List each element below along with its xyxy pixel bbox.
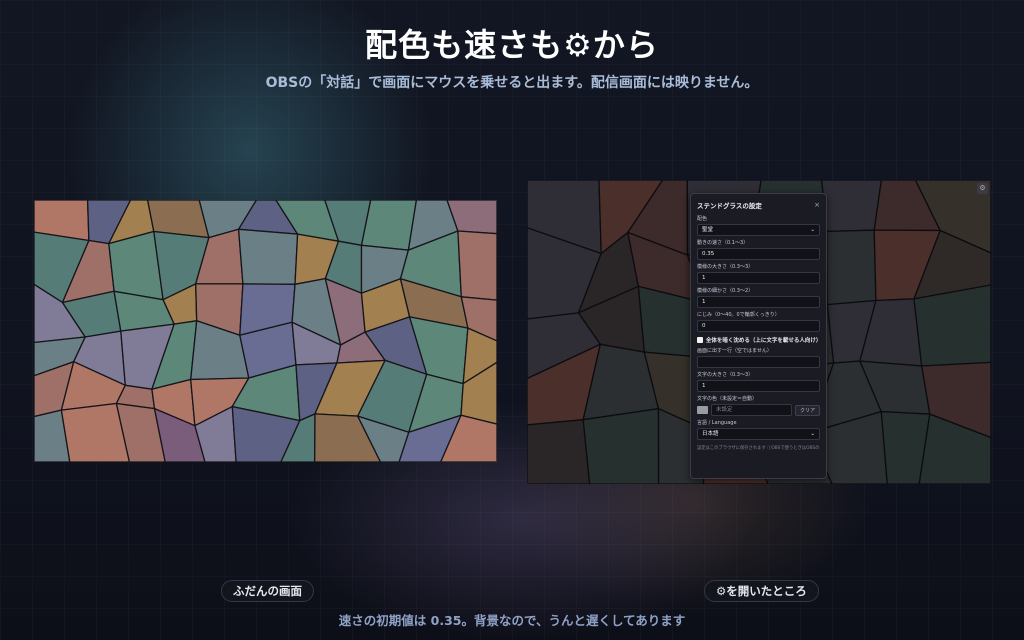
speed-footnote: 速さの初期値は 0.35。背景なので、うんと遅くしてあります (338, 613, 686, 628)
blur-input[interactable]: 0 (697, 320, 820, 332)
close-icon[interactable]: × (814, 201, 820, 209)
dim-checkbox-row[interactable]: 全体を暗く沈める（上に文字を載せる人向け） (697, 336, 822, 344)
normal-screen-preview (34, 200, 497, 462)
glass-cell (826, 229, 877, 306)
language-select[interactable]: 日本語 ⌄ (697, 428, 820, 440)
glass-cell (582, 407, 660, 484)
settings-footer: 設定はこのブラウザに保存されます ⓘOBSで使うときはOBSの (697, 446, 820, 451)
glass-cell (237, 228, 299, 285)
text-size-label: 文字の大きさ（0.3〜3） (697, 372, 754, 378)
settings-open-preview: ⚙ ステンドグラスの設定 × 配色 聖堂 ⌄ 動きの速さ（0.1〜3） 0.35… (527, 180, 991, 484)
blur-label: にじみ（0〜40。0で輪郭くっきり） (697, 312, 780, 318)
text-color-label: 文字の色（未設定＝自動） (697, 396, 758, 402)
pattern-size-label: 模様の大きさ（0.3〜3） (697, 264, 754, 270)
text-color-input[interactable]: 未設定 (711, 404, 792, 416)
language-label: 言語 / Language (697, 420, 737, 426)
glass-cell (360, 200, 418, 251)
page-title: 配色も速さも⚙から (365, 26, 659, 64)
glass-cell (821, 180, 883, 233)
pattern-size-input[interactable]: 1 (697, 272, 820, 284)
line-text-input[interactable] (697, 356, 820, 368)
palette-value: 聖堂 (702, 227, 714, 233)
gear-icon[interactable]: ⚙ (977, 183, 988, 194)
stained-glass-canvas (34, 200, 497, 462)
speed-input[interactable]: 0.35 (697, 248, 820, 260)
line-text-label: 画面に出す一行（空ではません） (697, 348, 772, 354)
glass-cell (913, 284, 991, 367)
settings-title: ステンドグラスの設定 (697, 202, 762, 210)
pattern-detail-label: 模様の細かさ（0.3〜2） (697, 288, 754, 294)
glass-cell (457, 230, 497, 301)
page-subtitle: OBSの「対話」で画面にマウスを乗せると出ます。配信画面には映りません。 (265, 75, 759, 91)
palette-label: 配色 (697, 216, 708, 222)
pattern-detail-input[interactable]: 1 (697, 296, 820, 308)
language-value: 日本語 (702, 431, 719, 437)
clear-button[interactable]: クリア (794, 404, 820, 416)
dim-checkbox-label: 全体を暗く沈める（上に文字を載せる人向け） (705, 338, 822, 344)
speed-label: 動きの速さ（0.1〜3） (697, 240, 749, 246)
color-swatch[interactable] (697, 406, 708, 414)
text-size-input[interactable]: 1 (697, 380, 820, 392)
settings-panel: ステンドグラスの設定 × 配色 聖堂 ⌄ 動きの速さ（0.1〜3） 0.35 模… (690, 193, 827, 479)
chevron-down-icon: ⌄ (810, 431, 815, 437)
caption-settings-open: ⚙を開いたところ (704, 580, 819, 602)
glass-cell (527, 418, 591, 484)
chevron-down-icon: ⌄ (810, 227, 815, 233)
palette-select[interactable]: 聖堂 ⌄ (697, 224, 820, 236)
dim-checkbox[interactable] (697, 337, 703, 343)
caption-normal-screen: ふだんの画面 (221, 580, 314, 602)
